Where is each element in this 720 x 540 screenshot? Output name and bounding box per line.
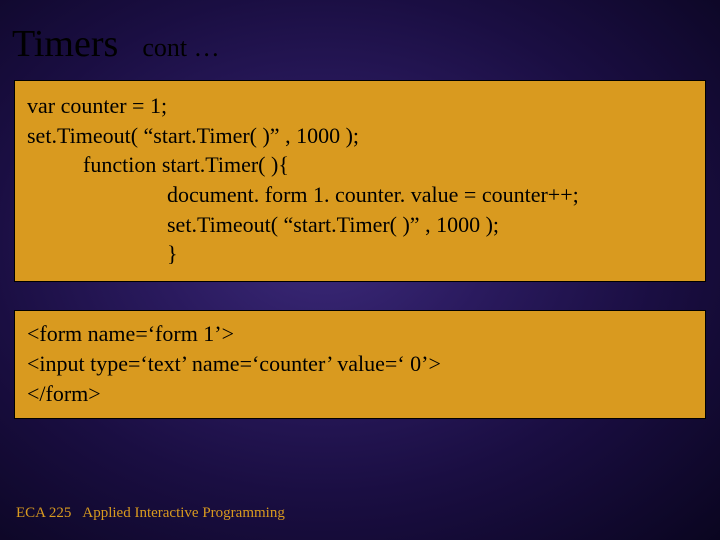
code-block-html: <form name=‘form 1’> <input type=‘text’ …	[14, 310, 706, 419]
code-line: <input type=‘text’ name=‘counter’ value=…	[27, 349, 693, 379]
slide-title: Timers	[12, 22, 118, 66]
code-line: }	[27, 239, 693, 269]
slide-footer: ECA 225 Applied Interactive Programming	[16, 505, 285, 522]
footer-course-code: ECA 225	[16, 505, 71, 521]
slide-subtitle: cont …	[142, 33, 219, 63]
code-line: function start.Timer( ){	[27, 150, 693, 180]
code-block-js: var counter = 1; set.Timeout( “start.Tim…	[14, 80, 706, 282]
code-line: var counter = 1;	[27, 91, 693, 121]
slide-header: Timers cont …	[0, 0, 720, 66]
code-line: document. form 1. counter. value = count…	[27, 180, 693, 210]
code-line: </form>	[27, 379, 693, 409]
code-line: set.Timeout( “start.Timer( )” , 1000 );	[27, 210, 693, 240]
code-line: set.Timeout( “start.Timer( )” , 1000 );	[27, 121, 693, 151]
footer-course-title: Applied Interactive Programming	[82, 505, 284, 521]
code-line: <form name=‘form 1’>	[27, 319, 693, 349]
